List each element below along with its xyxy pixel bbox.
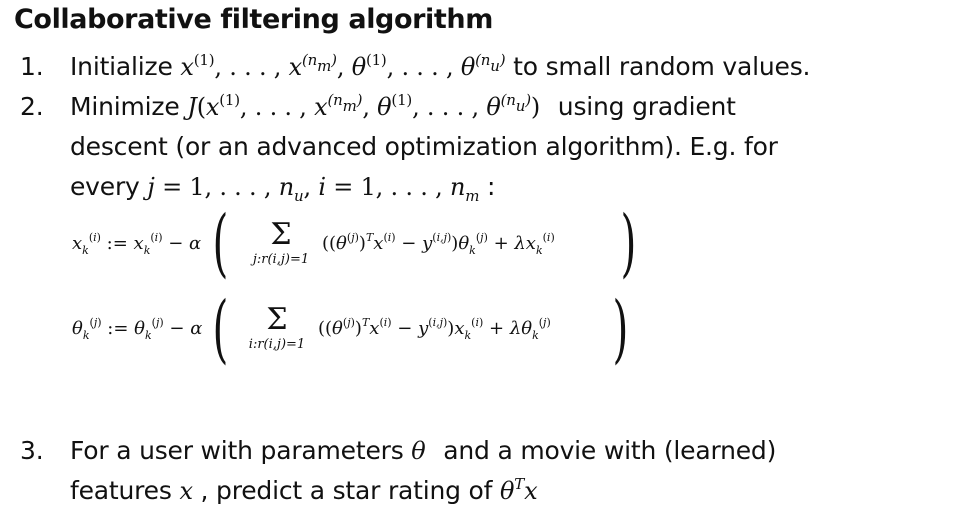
step-2-line-2: descent (or an advanced optimization alg…: [70, 132, 778, 161]
step-3: 3. For a user with parameters θ and a mov…: [20, 436, 776, 465]
update-x-lhs: xk(i) := xk(i) − α: [72, 231, 202, 257]
step-3-math-x: x: [179, 477, 193, 505]
step-3-text-a: For a user with parameters: [70, 436, 412, 465]
step-2-line-3-math: j = 1, . . . , nu, i = 1, . . . , nm: [147, 173, 480, 205]
update-x-right-paren: ): [620, 200, 637, 286]
update-x-sum-index: j:r(i,j)=1: [252, 252, 310, 267]
step-3-line-2-a: features: [70, 476, 180, 505]
slide-title: Collaborative filtering algorithm: [14, 4, 493, 35]
step-2-number: 2.: [20, 92, 44, 121]
step-3-math-theta-t-x: θTx: [500, 475, 538, 506]
step-2-text-after: using gradient: [550, 92, 736, 121]
step-3-line-2: features x , predict a star rating of θT…: [70, 475, 538, 506]
step-2-text-before: Minimize: [70, 92, 188, 121]
step-2-math: J(x(1), . . . , x(nm), θ(1), . . . , θ(n…: [187, 91, 541, 122]
update-theta-summand: ((θ(j))Tx(i) − y(i,j))xk(i) + λθk(j): [318, 316, 551, 342]
update-theta-lhs: θk(j) := θk(j) − α: [72, 316, 203, 342]
step-3-math-theta: θ: [411, 437, 426, 465]
update-theta-sum-index: i:r(i,j)=1: [248, 337, 306, 352]
update-x-left-paren: (: [212, 200, 229, 286]
step-3-number: 3.: [20, 436, 44, 465]
step-1: 1. Initialize x(1), . . . , x(nm), θ(1), …: [20, 52, 810, 81]
step-1-number: 1.: [20, 52, 44, 81]
update-x-sigma-symbol: Σ: [270, 217, 292, 252]
step-1-math: x(1), . . . , x(nm), θ(1), . . . , θ(nu): [180, 51, 506, 82]
step-2-line-3-before: every: [70, 172, 148, 201]
update-theta-left-paren: (: [212, 286, 229, 372]
step-2-line-3: every j = 1, . . . , nu, i = 1, . . . , …: [70, 172, 496, 205]
update-theta-sum: Σ i:r(i,j)=1: [232, 302, 322, 353]
slide: Collaborative filtering algorithm 1. Init…: [0, 0, 955, 525]
step-1-text-after: to small random values.: [505, 52, 811, 81]
step-1-text-before: Initialize: [70, 52, 181, 81]
update-x-summand: ((θ(j))Tx(i) − y(i,j))θk(j) + λxk(i): [322, 231, 555, 257]
step-2: 2. Minimize J(x(1), . . . , x(nm), θ(1), …: [20, 92, 736, 121]
step-3-line-2-b: , predict a star rating of: [192, 476, 500, 505]
step-2-line-3-after: :: [479, 172, 496, 201]
step-3-text-b: and a movie with (learned): [435, 436, 777, 465]
update-theta-right-paren: ): [612, 286, 629, 372]
update-theta-sigma-symbol: Σ: [266, 302, 288, 337]
update-x-sum: Σ j:r(i,j)=1: [236, 217, 326, 268]
